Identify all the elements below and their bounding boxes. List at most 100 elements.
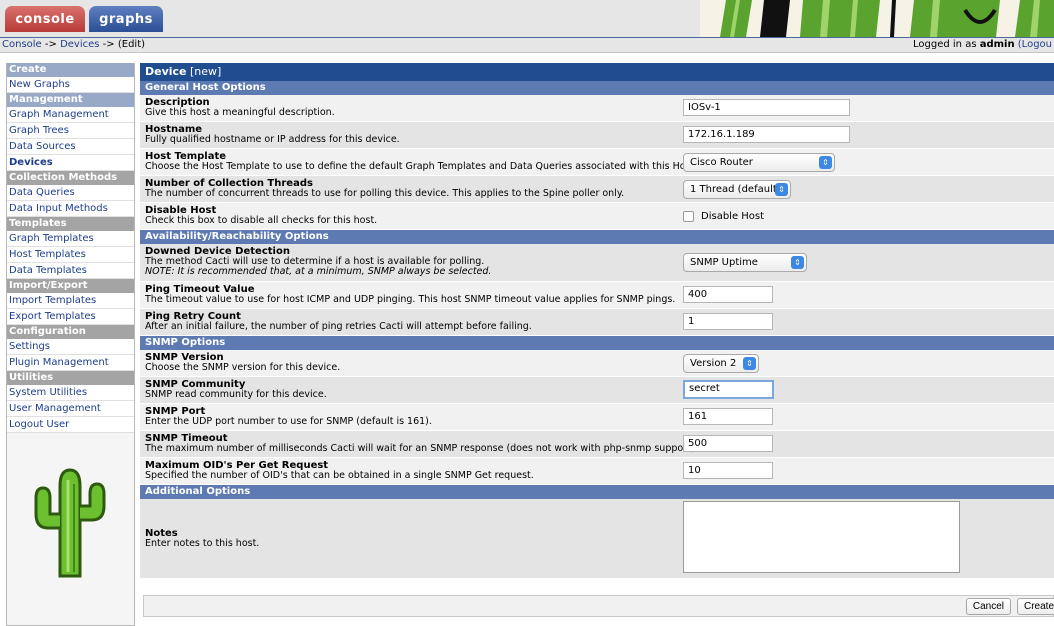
row-notes: Notes Enter notes to this host.: [140, 499, 1054, 579]
login-info: Logged in as admin (Logou: [913, 38, 1052, 52]
nav-host-templates[interactable]: Host Templates: [7, 247, 134, 263]
disable-host-label[interactable]: Disable Host: [701, 211, 764, 222]
row-downed-device-detection: Downed Device Detection The method Cacti…: [140, 244, 1054, 282]
nav-header-utilities: Utilities: [7, 371, 134, 385]
nav-new-graphs[interactable]: New Graphs: [7, 77, 134, 93]
nav-export-templates[interactable]: Export Templates: [7, 309, 134, 325]
snmp-version-select[interactable]: Version 2 ⇕: [683, 354, 759, 373]
snmp-version-value: Version 2: [690, 358, 737, 369]
snmp-timeout-input[interactable]: 500: [683, 435, 773, 452]
snmp-timeout-help: The maximum number of milliseconds Cacti…: [145, 443, 698, 454]
hostname-input[interactable]: 172.16.1.189: [683, 126, 850, 143]
nav-import-templates[interactable]: Import Templates: [7, 293, 134, 309]
snmp-version-help: Choose the SNMP version for this device.: [145, 362, 341, 373]
snmp-port-input[interactable]: 161: [683, 408, 773, 425]
nav-data-queries[interactable]: Data Queries: [7, 185, 134, 201]
field-label: SNMP Port Enter the UDP port number to u…: [145, 407, 432, 427]
field-label: Disable Host Check this box to disable a…: [145, 206, 377, 226]
breadcrumb-separator: ->: [41, 39, 61, 50]
downed-detection-select[interactable]: SNMP Uptime ⇕: [683, 253, 807, 272]
nav-graph-templates[interactable]: Graph Templates: [7, 231, 134, 247]
banner-cactus-art: [700, 0, 1054, 37]
logout-link[interactable]: (Logou: [1018, 39, 1052, 50]
row-ping-timeout: Ping Timeout Value The timeout value to …: [140, 282, 1054, 309]
row-snmp-community: SNMP Community SNMP read community for t…: [140, 377, 1054, 404]
max-oids-input[interactable]: 10: [683, 462, 773, 479]
field-label: Ping Retry Count After an initial failur…: [145, 312, 532, 332]
host-template-value: Cisco Router: [690, 157, 753, 168]
downed-value: SNMP Uptime: [690, 257, 758, 268]
row-ping-retry: Ping Retry Count After an initial failur…: [140, 309, 1054, 336]
threads-select[interactable]: 1 Thread (default) ⇕: [683, 180, 791, 199]
section-snmp-options: SNMP Options: [140, 336, 1054, 350]
nav-graph-trees[interactable]: Graph Trees: [7, 123, 134, 139]
sidebar: Create New Graphs Management Graph Manag…: [6, 63, 135, 626]
chevron-updown-icon: ⇕: [791, 256, 804, 269]
nav-header-templates: Templates: [7, 217, 134, 231]
nav-devices[interactable]: Devices: [7, 155, 134, 171]
disable-host-checkbox[interactable]: [683, 211, 694, 222]
row-collection-threads: Number of Collection Threads The number …: [140, 176, 1054, 203]
field-label: Description Give this host a meaningful …: [145, 98, 335, 118]
notes-textarea[interactable]: [683, 501, 960, 573]
nav-logout-user[interactable]: Logout User: [7, 417, 134, 433]
snmp-community-input[interactable]: secret: [683, 380, 774, 399]
field-label: Hostname Fully qualified hostname or IP …: [145, 125, 400, 145]
nav-data-sources[interactable]: Data Sources: [7, 139, 134, 155]
field-label: Host Template Choose the Host Template t…: [145, 152, 697, 172]
section-availability-options: Availability/Reachability Options: [140, 230, 1054, 244]
nav-plugin-management[interactable]: Plugin Management: [7, 355, 134, 371]
cactus-logo: [34, 468, 106, 578]
nav-settings[interactable]: Settings: [7, 339, 134, 355]
nav-user-management[interactable]: User Management: [7, 401, 134, 417]
breadcrumb-console[interactable]: Console: [2, 39, 42, 50]
row-snmp-port: SNMP Port Enter the UDP port number to u…: [140, 404, 1054, 431]
row-disable-host: Disable Host Check this box to disable a…: [140, 203, 1054, 230]
notes-help: Enter notes to this host.: [145, 538, 260, 549]
cancel-button[interactable]: Cancel: [965, 598, 1011, 615]
row-max-oids: Maximum OID's Per Get Request Specified …: [140, 458, 1054, 485]
nav-data-input-methods[interactable]: Data Input Methods: [7, 201, 134, 217]
downed-note: NOTE: It is recommended that, at a minim…: [145, 266, 492, 277]
breadcrumb-current: (Edit): [117, 39, 146, 50]
description-input[interactable]: IOSv-1: [683, 99, 850, 116]
host-template-select[interactable]: Cisco Router ⇕: [683, 153, 835, 172]
chevron-updown-icon: ⇕: [819, 156, 832, 169]
host-template-help: Choose the Host Template to use to defin…: [145, 161, 698, 172]
hostname-help: Fully qualified hostname or IP address f…: [145, 134, 400, 145]
row-hostname: Hostname Fully qualified hostname or IP …: [140, 122, 1054, 149]
nav-system-utilities[interactable]: System Utilities: [7, 385, 134, 401]
field-label: Downed Device Detection The method Cacti…: [145, 247, 491, 277]
row-description: Description Give this host a meaningful …: [140, 95, 1054, 122]
form-title: Device [new]: [140, 63, 1054, 81]
login-prefix: Logged in as: [913, 39, 980, 50]
ping-timeout-input[interactable]: 400: [683, 286, 773, 303]
breadcrumb-devices[interactable]: Devices: [60, 39, 99, 50]
main-content: Device [new] General Host Options Descri…: [140, 63, 1054, 617]
nav-header-management: Management: [7, 93, 134, 107]
row-host-template: Host Template Choose the Host Template t…: [140, 149, 1054, 176]
nav-header-collection-methods: Collection Methods: [7, 171, 134, 185]
disable-host-control: Disable Host: [683, 211, 764, 222]
login-user: admin: [979, 39, 1015, 50]
chevron-updown-icon: ⇕: [775, 183, 788, 196]
nav-graph-management[interactable]: Graph Management: [7, 107, 134, 123]
form-title-suffix: [new]: [186, 65, 222, 78]
tab-graphs[interactable]: graphs: [89, 6, 163, 32]
field-label: SNMP Version Choose the SNMP version for…: [145, 353, 340, 373]
ping-retry-input[interactable]: 1: [683, 313, 773, 330]
chevron-updown-icon: ⇕: [743, 357, 756, 370]
nav-header-import-export: Import/Export: [7, 279, 134, 293]
tab-console[interactable]: console: [5, 6, 85, 32]
breadcrumb-bar: Console -> Devices -> (Edit) Logged in a…: [0, 37, 1054, 53]
field-label: Ping Timeout Value The timeout value to …: [145, 285, 675, 305]
breadcrumb: Console -> Devices -> (Edit): [2, 38, 145, 52]
top-banner: console graphs: [0, 0, 1054, 37]
create-button[interactable]: Create: [1016, 598, 1054, 615]
nav-header-create: Create: [7, 63, 134, 77]
nav-data-templates[interactable]: Data Templates: [7, 263, 134, 279]
nav-header-configuration: Configuration: [7, 325, 134, 339]
form-footer: Cancel Create: [143, 595, 1054, 617]
breadcrumb-separator: ->: [99, 39, 118, 50]
description-help: Give this host a meaningful description.: [145, 107, 335, 118]
